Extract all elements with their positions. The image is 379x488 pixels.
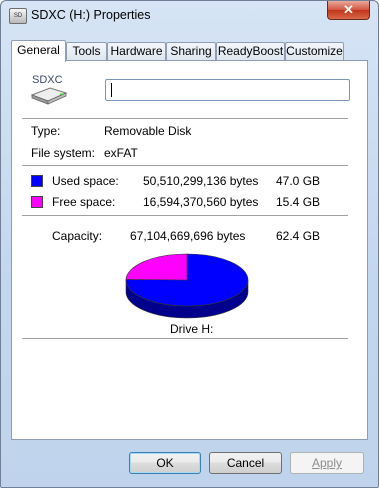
volume-name-input[interactable] — [105, 79, 350, 101]
cancel-button-label: Cancel — [226, 456, 265, 470]
tab-general[interactable]: General — [11, 40, 66, 62]
title-bar[interactable]: SD SDXC (H:) Properties ✕ — [1, 1, 378, 31]
tab-customize[interactable]: Customize — [285, 42, 344, 60]
properties-window: SD SDXC (H:) Properties ✕ General Tools … — [0, 0, 379, 488]
used-space-label: Used space: — [52, 174, 119, 188]
window-title: SDXC (H:) Properties — [31, 8, 151, 22]
separator — [22, 118, 348, 119]
disk-usage-pie-chart — [125, 253, 249, 319]
free-space-bytes: 16,594,370,560 bytes — [143, 195, 259, 209]
close-button[interactable]: ✕ — [327, 1, 370, 20]
tab-strip: General Tools Hardware Sharing ReadyBoos… — [11, 40, 371, 62]
tab-sharing[interactable]: Sharing — [166, 42, 216, 60]
sd-drive-icon: SDXC — [30, 74, 68, 105]
separator — [22, 215, 348, 216]
text-caret — [111, 83, 112, 97]
drive-label: Drive H: — [170, 322, 214, 336]
drive-icon-text: SDXC — [32, 74, 63, 86]
pie-slice-1 — [125, 253, 188, 281]
used-space-size: 47.0 GB — [276, 174, 321, 188]
capacity-bytes: 67,104,669,696 bytes — [130, 229, 246, 243]
type-value: Removable Disk — [104, 124, 192, 138]
file-system-value: exFAT — [104, 146, 138, 160]
type-label: Type: — [31, 124, 61, 138]
tab-tools[interactable]: Tools — [66, 42, 107, 60]
free-space-label: Free space: — [52, 195, 116, 209]
free-space-swatch — [31, 196, 43, 208]
apply-button[interactable]: Apply — [290, 452, 364, 474]
separator — [22, 338, 348, 339]
used-space-swatch — [31, 175, 43, 187]
tab-hardware[interactable]: Hardware — [107, 42, 166, 60]
sd-card-icon: SD — [9, 8, 27, 24]
cancel-button[interactable]: Cancel — [209, 452, 282, 474]
file-system-label: File system: — [31, 146, 96, 160]
apply-button-label: Apply — [311, 456, 343, 470]
general-panel: SDXC Type: Removable Disk File system: e… — [11, 60, 368, 440]
capacity-label: Capacity: — [52, 229, 103, 243]
capacity-size: 62.4 GB — [276, 229, 321, 243]
used-space-bytes: 50,510,299,136 bytes — [143, 174, 259, 188]
tab-readyboost[interactable]: ReadyBoost — [216, 42, 285, 60]
free-space-size: 15.4 GB — [276, 195, 321, 209]
separator — [22, 165, 348, 166]
ok-button[interactable]: OK — [129, 452, 201, 474]
